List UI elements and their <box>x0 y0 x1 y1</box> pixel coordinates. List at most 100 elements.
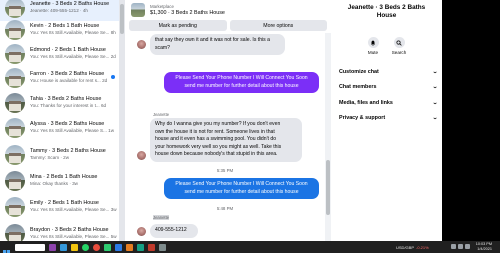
conversation-name: Edmond · 2 Beds 1 Bath House <box>30 47 106 53</box>
contact-name-line: Jeanette · 3 Beds 2 Baths <box>347 4 426 11</box>
keyboard-icon[interactable] <box>465 244 470 249</box>
listing-thumbnail <box>5 144 25 165</box>
outgoing-message: Please Send Your Phone Number I Will Con… <box>164 178 319 199</box>
more-options-button[interactable]: More options <box>229 20 327 31</box>
message-line: Please Send Your Phone Number I Will Con… <box>175 181 308 187</box>
search-button[interactable]: Search <box>387 37 411 55</box>
conversation-info-panel: Jeanette · 3 Beds 2 Baths House Mute Sea… <box>331 0 442 241</box>
row-label: Chat members <box>339 84 377 90</box>
conversation-list: Jeanette · 3 Beds 2 Baths House Jeanette… <box>0 0 119 241</box>
conversation-snippet: You: Thanks for your interest in t... 6d <box>30 103 107 108</box>
chrome-icon[interactable] <box>93 243 100 251</box>
search-icon <box>393 37 405 48</box>
app-icon[interactable] <box>104 243 111 251</box>
conversation-snippet: You: Yes Its Still Available, Please Se.… <box>30 234 117 239</box>
edge-icon[interactable] <box>60 243 67 251</box>
conversation-name: Emily · 2 Beds 1 Bath House <box>30 200 99 206</box>
conversation-item[interactable]: Tammy · 3 Beds 2 Baths House Tammy: Scam… <box>0 141 119 168</box>
conversation-snippet: You: Yes Its Still Available, Please Se.… <box>30 207 117 212</box>
privacy-support-row[interactable]: Privacy & support ⌄ <box>339 115 438 121</box>
network-icon[interactable] <box>451 244 456 249</box>
conversation-item[interactable]: Braydon · 3 Beds 2 Baths House You: Yes … <box>0 220 119 241</box>
messenger-window: Jeanette · 3 Beds 2 Baths House Jeanette… <box>0 0 500 253</box>
conversation-name: Tahia · 3 Beds 2 Baths House <box>30 96 102 102</box>
contact-name: Jeanette · 3 Beds 2 Baths House <box>331 4 442 20</box>
message-line: house down because nobody's that stupid … <box>155 151 278 157</box>
conversation-snippet: You: Yes Its Still Available, Please Se.… <box>30 54 116 59</box>
sender-avatar <box>137 227 146 236</box>
row-label: Privacy & support <box>339 115 386 121</box>
taskbar-clock[interactable]: 10:03 PM 1/4/2021 <box>476 242 492 252</box>
message-line: your homework very well so you might as … <box>155 143 282 150</box>
conversation-item[interactable]: Tahia · 3 Beds 2 Baths House You: Thanks… <box>0 89 119 116</box>
whatsapp-icon[interactable] <box>82 243 89 251</box>
taskbar: USD/GBP -0.21% 10:03 PM 1/4/2021 <box>0 241 500 253</box>
sender-avatar <box>137 151 146 160</box>
message-line: scam? <box>155 44 171 51</box>
app-icon[interactable] <box>115 243 122 251</box>
sender-avatar <box>137 40 146 49</box>
bell-icon <box>367 37 379 48</box>
listing-thumbnail <box>5 117 25 138</box>
windows-start-icon[interactable] <box>3 244 10 253</box>
conversation-name: Alyssa · 3 Beds 2 Baths House <box>30 121 105 127</box>
message-line: Why do I wanna give you my number? If yo… <box>155 121 281 127</box>
conversation-snippet: You: House is available for rent s... 2d <box>30 78 108 83</box>
search-label: Search <box>391 50 407 55</box>
listing-title: $1,300 · 3 Beds 2 Baths House <box>150 9 225 16</box>
listing-actions: Mark as pending More options <box>125 20 331 32</box>
conversation-snippet: Mina: Okay thanks · 3w <box>30 181 78 186</box>
file-explorer-icon[interactable] <box>71 243 78 251</box>
listing-thumbnail <box>5 223 25 241</box>
row-label: Media, files and links <box>339 100 393 106</box>
chat-scrollbar-thumb[interactable] <box>326 160 330 215</box>
conversation-item[interactable]: Kevin · 2 Beds 1 Bath House You: Yes Its… <box>0 16 119 43</box>
chat-header[interactable]: Marketplace $1,300 · 3 Beds 2 Baths Hous… <box>125 0 331 20</box>
chevron-down-icon: ⌄ <box>431 100 438 106</box>
mark-as-pending-button[interactable]: Mark as pending <box>129 20 227 31</box>
row-label: Customize chat <box>339 69 379 75</box>
task-view-icon[interactable] <box>49 243 56 251</box>
conversation-item[interactable]: Farron · 3 Beds 2 Baths House You: House… <box>0 64 119 91</box>
app-icon[interactable] <box>137 243 144 251</box>
conversation-name: Kevin · 2 Beds 1 Bath House <box>30 23 100 29</box>
list-scrollbar-thumb[interactable] <box>120 4 124 34</box>
media-files-links-row[interactable]: Media, files and links ⌄ <box>339 100 438 106</box>
stock-widget[interactable]: USD/GBP -0.21% <box>396 245 429 250</box>
app-icon[interactable] <box>126 243 133 251</box>
clock-date: 1/4/2021 <box>477 247 492 251</box>
message-line: send me number for further detail about … <box>184 82 299 89</box>
conversation-item[interactable]: Emily · 2 Beds 1 Bath House You: Yes Its… <box>0 193 119 220</box>
unread-indicator <box>111 75 115 79</box>
chat-members-row[interactable]: Chat members ⌄ <box>339 84 438 90</box>
message-line: Please Send Your Phone Number I Will Con… <box>175 75 308 81</box>
app-icon[interactable] <box>148 243 155 251</box>
chevron-down-icon: ⌄ <box>431 69 438 75</box>
volume-icon[interactable] <box>458 244 463 249</box>
customize-chat-row[interactable]: Customize chat ⌄ <box>339 69 438 75</box>
sender-name: Jeanette <box>153 215 170 220</box>
chevron-down-icon: ⌄ <box>431 84 438 90</box>
system-tray[interactable] <box>451 244 470 249</box>
listing-thumbnail <box>5 0 25 18</box>
conversation-item[interactable]: Mina · 2 Beds 1 Bath House Mina: Okay th… <box>0 167 119 194</box>
message-line: house and it even has a swimming pool. Y… <box>155 136 277 142</box>
incoming-message: Why do I wanna give you my number? If yo… <box>150 118 302 162</box>
listing-thumbnail <box>5 92 25 113</box>
taskbar-search-box[interactable] <box>15 243 45 251</box>
conversation-item[interactable]: Edmond · 2 Beds 1 Bath House You: Yes It… <box>0 40 119 67</box>
sender-name: Jeanette <box>153 112 170 117</box>
message-line: own the house it is not for rent. Someon… <box>155 128 275 135</box>
mute-button[interactable]: Mute <box>361 37 385 55</box>
mute-label: Mute <box>367 50 379 55</box>
conversation-name: Mina · 2 Beds 1 Bath House <box>30 174 98 180</box>
incoming-message: that say they own it and it was not for … <box>150 34 285 55</box>
conversation-item[interactable]: Alyssa · 3 Beds 2 Baths House You: Yes I… <box>0 114 119 141</box>
app-icon[interactable] <box>159 243 166 251</box>
listing-thumbnail <box>5 67 25 88</box>
conversation-name: Braydon · 3 Beds 2 Baths House <box>30 227 109 233</box>
conversation-name: Jeanette · 3 Beds 2 Baths House <box>30 1 110 7</box>
message-line: that say they own it and it was not for … <box>155 37 270 43</box>
listing-thumbnail <box>5 170 25 191</box>
conversation-snippet: Jeanette: 409-555-1212 · 4h <box>30 8 88 13</box>
